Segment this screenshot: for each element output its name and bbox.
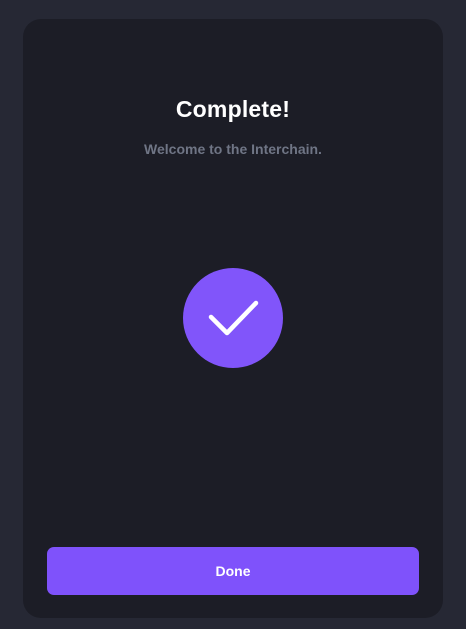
done-button[interactable]: Done: [47, 547, 419, 595]
checkmark-icon: [208, 300, 259, 336]
completion-card: Complete! Welcome to the Interchain. Don…: [23, 19, 443, 618]
page-title: Complete!: [175, 96, 291, 122]
welcome-subtitle: Welcome to the Interchain.: [144, 141, 322, 157]
success-badge: [183, 268, 283, 368]
